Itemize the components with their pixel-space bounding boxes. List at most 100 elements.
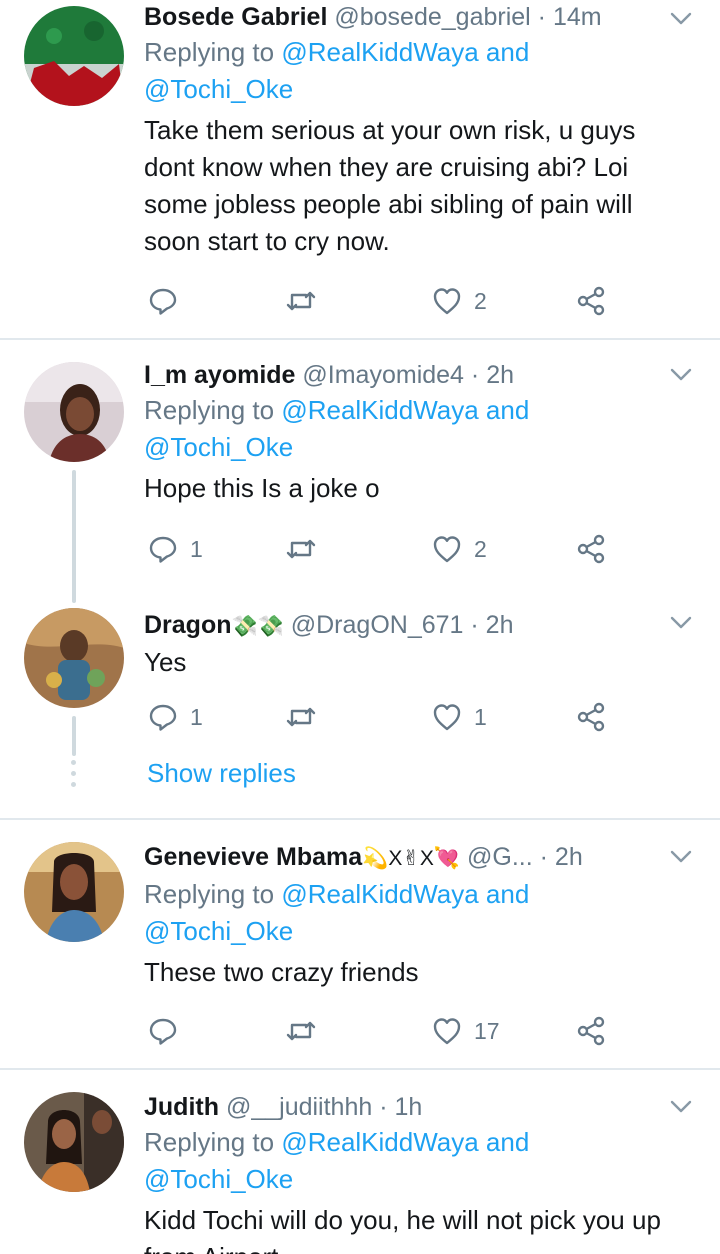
tweet-actions: 17 — [144, 1014, 614, 1048]
tweet[interactable]: Genevieve Mbama💫X✌X💘 @G... · 2h Replying… — [0, 820, 720, 1068]
reply-icon — [149, 536, 177, 563]
mention-link[interactable]: @Tochi_Oke — [144, 1164, 293, 1194]
replying-label: Replying to — [144, 37, 275, 67]
tweet[interactable]: Judith @__judiithhh · 1h Replying to @Re… — [0, 1070, 720, 1254]
avatar-image — [24, 362, 124, 462]
like-icon — [433, 704, 461, 731]
tweet-actions: 1 1 — [144, 700, 614, 734]
tweet-header: Judith @__judiithhh · 1h — [144, 1090, 670, 1124]
author-name[interactable]: Judith — [144, 1093, 219, 1121]
reply-button[interactable]: 1 — [148, 700, 203, 734]
chevron-down-icon[interactable] — [668, 362, 694, 388]
author-handle[interactable]: @__judiithhh — [226, 1093, 372, 1121]
mention-link[interactable]: @Tochi_Oke — [144, 432, 293, 462]
tweet-text: Kidd Tochi will do you, he will not pick… — [144, 1205, 661, 1254]
chevron-down-icon[interactable] — [668, 610, 694, 636]
avatar[interactable] — [24, 1092, 124, 1192]
avatar-image — [24, 842, 124, 942]
share-icon — [577, 702, 605, 732]
avatar-image — [24, 608, 124, 708]
timestamp[interactable]: · 2h — [471, 361, 514, 389]
mention-link[interactable]: @RealKiddWaya and — [281, 879, 529, 909]
author-name[interactable]: Genevieve Mbama — [144, 843, 362, 871]
reply-count: 1 — [190, 703, 203, 730]
mention-link[interactable]: @Tochi_Oke — [144, 74, 293, 104]
retweet-icon — [286, 291, 316, 311]
replying-to: Replying to @RealKiddWaya and @Tochi_Oke — [144, 876, 670, 950]
avatar[interactable] — [24, 362, 124, 462]
tweet[interactable]: Bosede Gabriel @bosede_gabriel · 14m Rep… — [0, 0, 720, 338]
author-name[interactable]: Bosede Gabriel — [144, 3, 327, 31]
reply-icon — [149, 1018, 177, 1045]
timestamp[interactable]: · 2h — [540, 843, 583, 871]
timestamp[interactable]: · 2h — [470, 611, 513, 639]
like-count: 2 — [474, 287, 487, 314]
like-button[interactable]: 2 — [432, 284, 487, 318]
reply-icon — [149, 288, 177, 315]
author-handle[interactable]: @bosede_gabriel — [334, 3, 530, 31]
like-icon — [433, 536, 461, 563]
tweet-header: Bosede Gabriel @bosede_gabriel · 14m — [144, 0, 670, 34]
replying-to: Replying to @RealKiddWaya and @Tochi_Oke — [144, 34, 670, 108]
share-button[interactable] — [576, 284, 606, 318]
reply-button[interactable]: 1 — [148, 532, 203, 566]
replying-label: Replying to — [144, 879, 275, 909]
retweet-icon — [286, 1021, 316, 1041]
share-button[interactable] — [576, 1014, 606, 1048]
reply-button[interactable] — [148, 1014, 190, 1048]
chevron-down-icon[interactable] — [668, 1094, 694, 1120]
tweet-text: Yes — [144, 647, 187, 677]
avatar[interactable] — [24, 842, 124, 942]
reply-count: 1 — [190, 535, 203, 562]
retweet-button[interactable] — [286, 284, 316, 318]
share-button[interactable] — [576, 532, 606, 566]
retweet-button[interactable] — [286, 1014, 316, 1048]
chevron-down-icon[interactable] — [668, 844, 694, 870]
like-icon — [433, 288, 461, 315]
name-emoji: 💫X✌X💘 — [362, 847, 461, 870]
name-emoji: 💸💸 — [231, 615, 284, 638]
author-name[interactable]: I_m ayomide — [144, 361, 295, 389]
timestamp[interactable]: · 14m — [538, 3, 602, 31]
tweet-actions: 2 — [144, 284, 614, 318]
tweet[interactable]: I_m ayomide @Imayomide4 · 2h Replying to… — [0, 340, 720, 600]
like-button[interactable]: 1 — [432, 700, 487, 734]
chevron-down-icon[interactable] — [668, 6, 694, 32]
avatar-image — [24, 1092, 124, 1192]
like-count: 2 — [474, 535, 487, 562]
timestamp[interactable]: · 1h — [379, 1093, 422, 1121]
retweet-icon — [286, 707, 316, 727]
share-icon — [577, 286, 605, 316]
mention-link[interactable]: @Tochi_Oke — [144, 916, 293, 946]
author-handle[interactable]: @DragON_671 — [291, 611, 464, 639]
replying-to: Replying to @RealKiddWaya and @Tochi_Oke — [144, 392, 670, 466]
mention-link[interactable]: @RealKiddWaya and — [281, 1127, 529, 1157]
like-count: 1 — [474, 703, 487, 730]
replying-label: Replying to — [144, 395, 275, 425]
author-handle[interactable]: @G... — [467, 843, 533, 871]
tweet-text: These two crazy friends — [144, 957, 419, 987]
like-icon — [433, 1018, 461, 1045]
replying-label: Replying to — [144, 1127, 275, 1157]
like-button[interactable]: 17 — [432, 1014, 500, 1048]
mention-link[interactable]: @RealKiddWaya and — [281, 395, 529, 425]
like-count: 17 — [474, 1017, 500, 1044]
tweet-actions: 1 2 — [144, 532, 614, 566]
share-icon — [577, 534, 605, 564]
retweet-button[interactable] — [286, 532, 316, 566]
show-replies-link[interactable]: Show replies — [147, 758, 296, 789]
avatar[interactable] — [24, 608, 124, 708]
retweet-button[interactable] — [286, 700, 316, 734]
author-name[interactable]: Dragon — [144, 611, 232, 639]
tweet-header: Genevieve Mbama💫X✌X💘 @G... · 2h — [144, 840, 670, 876]
tweet-header: I_m ayomide @Imayomide4 · 2h — [144, 358, 670, 392]
tweet-text: Take them serious at your own risk, u gu… — [144, 115, 636, 256]
reply-button[interactable] — [148, 284, 190, 318]
like-button[interactable]: 2 — [432, 532, 487, 566]
author-handle[interactable]: @Imayomide4 — [302, 361, 464, 389]
mention-link[interactable]: @RealKiddWaya and — [281, 37, 529, 67]
retweet-icon — [286, 539, 316, 559]
share-button[interactable] — [576, 700, 606, 734]
avatar[interactable] — [24, 6, 124, 106]
tweet[interactable]: Dragon💸💸 @DragON_671 · 2h Yes 1 1 — [0, 600, 720, 815]
